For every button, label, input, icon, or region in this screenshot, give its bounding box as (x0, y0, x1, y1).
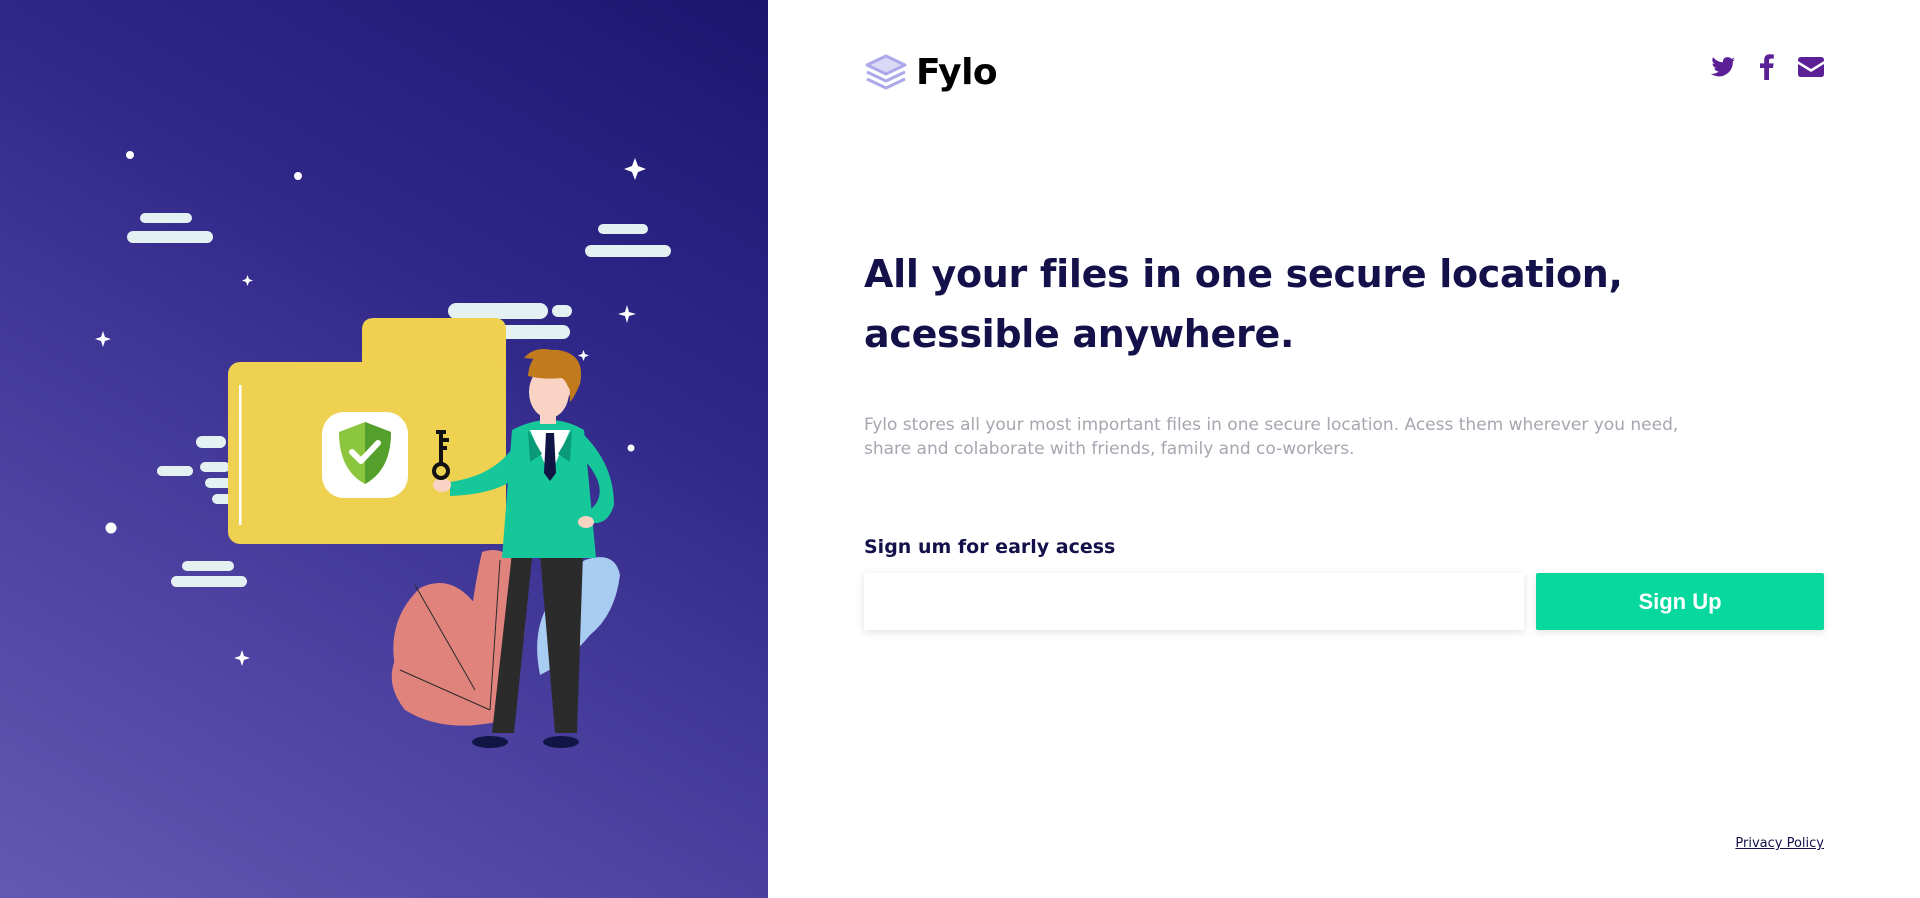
shield-check-icon (322, 412, 408, 498)
header: Fylo (864, 50, 1824, 100)
page: Fylo All your files in one secure locati… (0, 0, 1920, 898)
content-panel: Fylo All your files in one secure locati… (768, 0, 1920, 898)
facebook-icon (1760, 54, 1774, 80)
illustration-panel (0, 0, 768, 898)
hero-headline: All your files in one secure location, a… (864, 252, 1623, 356)
signup-form: Sign Up (864, 573, 1824, 630)
signup-label: Sign um for early acess (864, 536, 1116, 558)
email-input[interactable] (864, 573, 1524, 630)
twitter-link[interactable] (1710, 54, 1736, 80)
privacy-policy-link[interactable]: Privacy Policy (1735, 836, 1824, 851)
secure-folder-illustration (95, 151, 671, 748)
stacked-layers-icon (865, 54, 907, 89)
brand-logo[interactable]: Fylo (864, 52, 998, 93)
social-links (1710, 54, 1824, 80)
envelope-icon (1798, 57, 1824, 77)
email-link[interactable] (1798, 54, 1824, 80)
hero-description: Fylo stores all your most important file… (864, 415, 1679, 459)
facebook-link[interactable] (1754, 54, 1780, 80)
sign-up-button[interactable]: Sign Up (1536, 573, 1824, 630)
twitter-icon (1711, 57, 1735, 77)
brand-name: Fylo (916, 52, 998, 93)
